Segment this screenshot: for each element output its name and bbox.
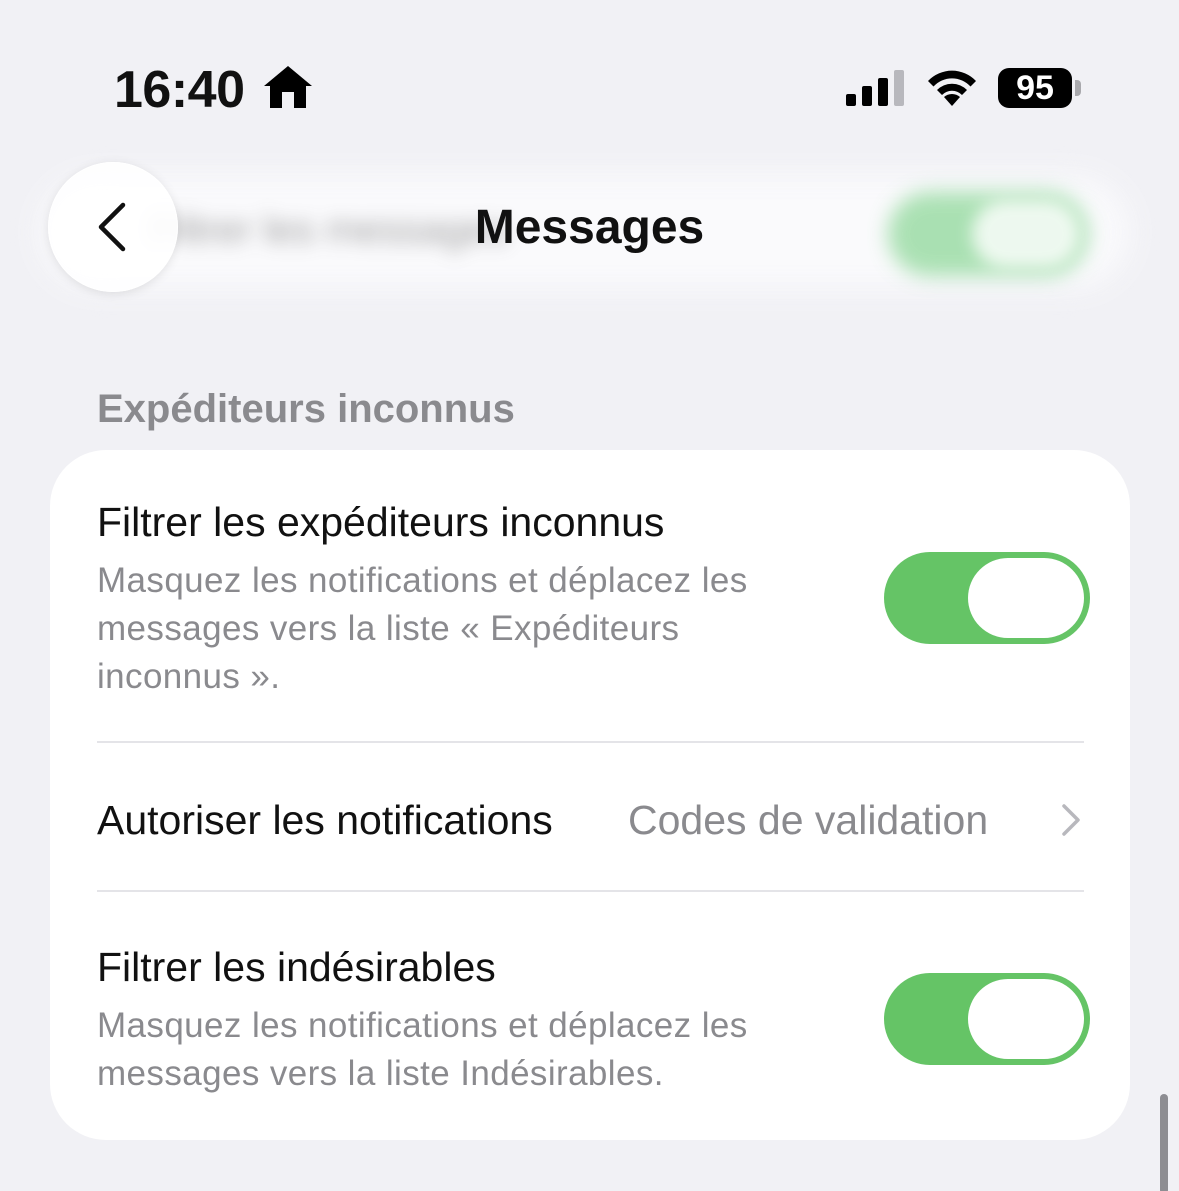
battery-tip — [1075, 80, 1081, 96]
toggle-knob — [968, 979, 1084, 1059]
wifi-icon — [928, 70, 976, 106]
allow-notifications-label[interactable]: Autoriser les notifications — [97, 796, 553, 844]
toggle-knob — [968, 558, 1084, 638]
filter-junk-description: Masquez les notifications et déplacez le… — [97, 1006, 748, 1093]
filter-unknown-senders-label: Filtrer les expéditeurs inconnus — [97, 499, 665, 545]
chevron-right-icon[interactable] — [1060, 802, 1082, 838]
battery-icon: 95 — [998, 68, 1072, 108]
filter-unknown-senders-toggle[interactable] — [884, 552, 1090, 644]
signal-icon — [846, 70, 904, 106]
scrollbar[interactable] — [1160, 1094, 1168, 1191]
divider — [97, 741, 1084, 743]
section-header: Expéditeurs inconnus — [97, 387, 515, 431]
battery-level: 95 — [1016, 69, 1054, 107]
page-title: Messages — [474, 201, 705, 254]
filter-unknown-senders-description: Masquez les notifications et déplacez le… — [97, 561, 748, 696]
filter-junk-label: Filtrer les indésirables — [97, 944, 496, 990]
home-icon — [264, 66, 312, 108]
filter-junk-toggle[interactable] — [884, 973, 1090, 1065]
settings-screen: 16:40 95 Filtrer les messages Messages E… — [0, 0, 1179, 1191]
allow-notifications-value[interactable]: Codes de validation — [628, 796, 988, 844]
status-time: 16:40 — [114, 61, 245, 119]
divider — [97, 890, 1084, 892]
